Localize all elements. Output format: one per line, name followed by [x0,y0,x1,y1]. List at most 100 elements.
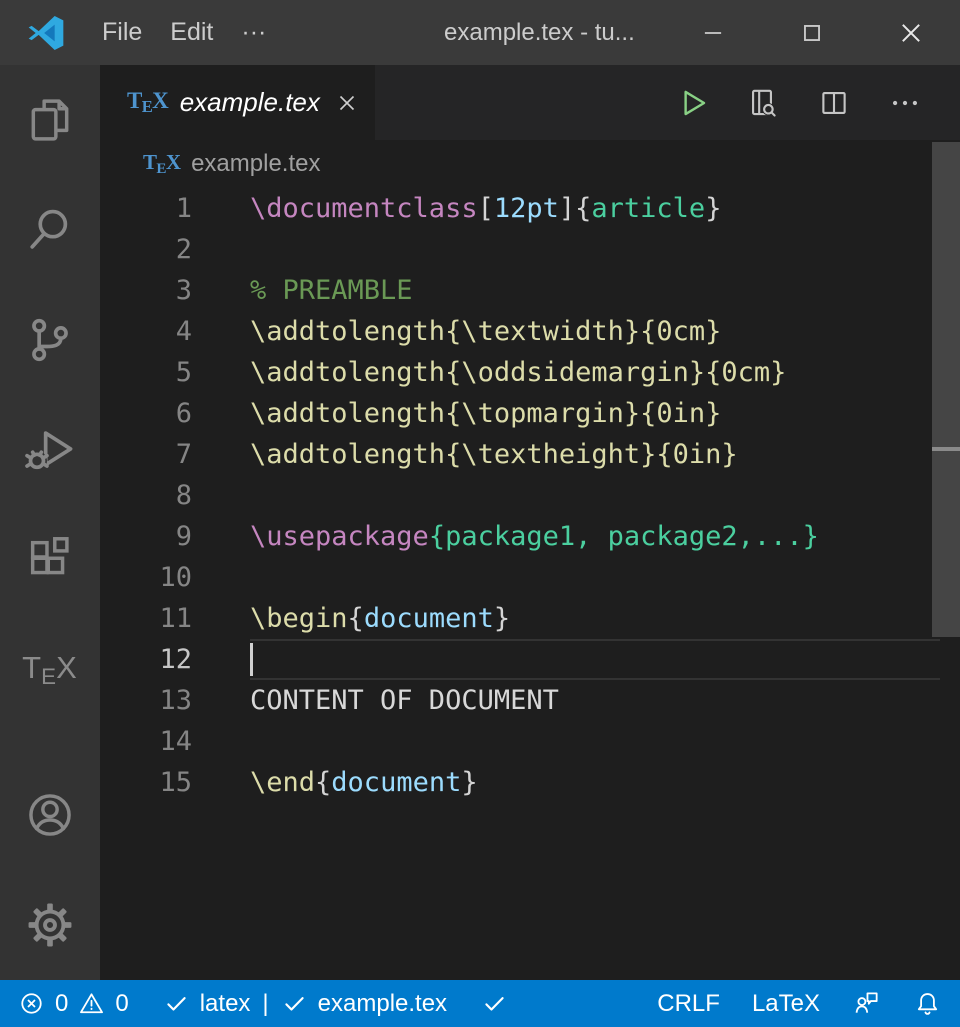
code-line-14[interactable]: 14 [100,721,960,762]
build-target-label: latex [200,990,251,1018]
code-line-10[interactable]: 10 [100,557,960,598]
code-text: \addtolength{\textheight}{0in} [192,434,738,475]
code-text: \usepackage{package1, package2,...} [192,516,819,557]
code-editor[interactable]: 1\documentclass[12pt]{article}23% PREAMB… [100,188,960,980]
eol-indicator[interactable]: CRLF [657,990,720,1018]
latex-recipe-indicator[interactable]: latex | example.tex [163,990,447,1018]
tab-bar: TEX example.tex [100,65,960,140]
line-number: 5 [100,352,192,393]
account-icon[interactable] [0,760,100,870]
activity-bar: TEX [0,65,100,980]
code-text: \documentclass[12pt]{article} [192,188,721,229]
vertical-scrollbar[interactable] [932,142,960,637]
minimize-button[interactable] [663,0,762,65]
code-line-2[interactable]: 2 [100,229,960,270]
window-title: example.tex - tu... [444,0,635,65]
code-line-11[interactable]: 11\begin{document} [100,598,960,639]
line-number: 10 [100,557,192,598]
check-icon [163,990,190,1017]
tex-file-icon: TEX [127,88,169,118]
line-number: 13 [100,680,192,721]
code-text [192,229,250,270]
tab-label: example.tex [180,87,320,118]
more-actions-icon[interactable] [888,86,922,120]
code-text: CONTENT OF DOCUMENT [192,680,559,721]
main-area: TEX [0,65,960,980]
warning-icon [78,990,105,1017]
menu-file[interactable]: File [88,18,156,47]
line-number: 12 [100,639,192,680]
active-file-label: example.tex [318,990,447,1018]
language-mode[interactable]: LaTeX [752,990,820,1018]
extensions-icon[interactable] [0,505,100,615]
code-text: \addtolength{\topmargin}{0in} [192,393,721,434]
maximize-button[interactable] [762,0,861,65]
compile-status-indicator[interactable] [481,990,508,1017]
feedback-icon[interactable] [852,989,881,1018]
code-text: % PREAMBLE [192,270,413,311]
check-icon [481,990,508,1017]
code-line-13[interactable]: 13CONTENT OF DOCUMENT [100,680,960,721]
close-tab-icon[interactable] [335,91,359,115]
line-number: 11 [100,598,192,639]
code-lines: 1\documentclass[12pt]{article}23% PREAMB… [100,188,960,803]
view-latex-pdf-icon[interactable] [746,86,780,120]
code-line-7[interactable]: 7\addtolength{\textheight}{0in} [100,434,960,475]
line-number: 15 [100,762,192,803]
close-window-button[interactable] [861,0,960,65]
code-text [192,475,250,516]
line-number: 6 [100,393,192,434]
tex-file-icon: TEX [143,150,181,178]
code-line-5[interactable]: 5\addtolength{\oddsidemargin}{0cm} [100,352,960,393]
code-line-6[interactable]: 6\addtolength{\topmargin}{0in} [100,393,960,434]
code-text: \addtolength{\textwidth}{0cm} [192,311,721,352]
line-number: 1 [100,188,192,229]
line-number: 2 [100,229,192,270]
notifications-bell-icon[interactable] [913,989,942,1018]
warning-count: 0 [115,990,128,1018]
code-text [192,721,250,762]
text-cursor [250,643,253,676]
error-count: 0 [55,990,68,1018]
code-line-8[interactable]: 8 [100,475,960,516]
separator: | [260,990,270,1018]
vscode-logo-icon [26,13,66,53]
menu-edit[interactable]: Edit [156,18,227,47]
editor-actions [675,65,960,140]
code-line-12[interactable]: 12 [100,639,960,680]
code-text [192,557,250,598]
line-number: 9 [100,516,192,557]
build-latex-icon[interactable] [675,86,709,120]
code-line-9[interactable]: 9\usepackage{package1, package2,...} [100,516,960,557]
problems-indicator[interactable]: 0 0 [18,990,129,1018]
code-text: \end{document} [192,762,478,803]
editor-group: TEX example.tex [100,65,960,980]
code-text: \addtolength{\oddsidemargin}{0cm} [192,352,786,393]
menu-bar: File Edit ··· [88,18,280,47]
search-icon[interactable] [0,175,100,285]
line-number: 4 [100,311,192,352]
source-control-icon[interactable] [0,285,100,395]
status-bar: 0 0 latex | example.tex CRLF LaTeX [0,980,960,1027]
code-line-4[interactable]: 4\addtolength{\textwidth}{0cm} [100,311,960,352]
code-line-1[interactable]: 1\documentclass[12pt]{article} [100,188,960,229]
latex-workshop-icon[interactable]: TEX [0,615,100,725]
error-icon [18,990,45,1017]
run-debug-icon[interactable] [0,395,100,505]
line-number: 14 [100,721,192,762]
split-editor-icon[interactable] [817,86,851,120]
line-number: 8 [100,475,192,516]
vscode-window: File Edit ··· example.tex - tu... [0,0,960,1027]
breadcrumb-item-file[interactable]: example.tex [191,150,320,178]
menu-more[interactable]: ··· [227,18,280,47]
code-text [192,639,250,680]
code-line-15[interactable]: 15\end{document} [100,762,960,803]
code-text: \begin{document} [192,598,510,639]
explorer-icon[interactable] [0,65,100,175]
tab-example-tex[interactable]: TEX example.tex [100,65,375,140]
line-number: 3 [100,270,192,311]
check-icon [281,990,308,1017]
settings-gear-icon[interactable] [0,870,100,980]
code-line-3[interactable]: 3% PREAMBLE [100,270,960,311]
breadcrumb: TEX example.tex [100,140,960,188]
